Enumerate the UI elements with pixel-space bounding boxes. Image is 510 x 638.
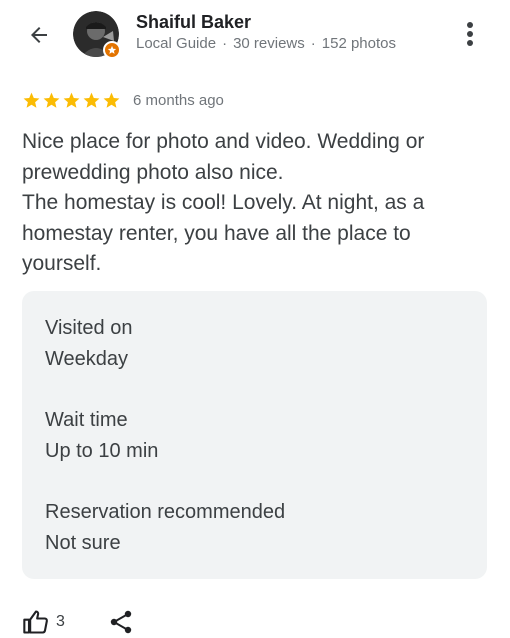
share-button[interactable] — [109, 609, 133, 635]
attribute-wait-time: Wait time Up to 10 min — [45, 405, 464, 466]
attribute-label: Reservation recommended — [45, 501, 286, 523]
meta-separator: · — [222, 35, 228, 52]
star-rating — [22, 91, 121, 110]
meta-separator: · — [310, 35, 316, 52]
reviewer-level: Local Guide — [136, 35, 217, 52]
star-icon — [63, 92, 80, 108]
more-vert-icon — [467, 22, 473, 46]
attribute-value: Up to 10 min — [45, 439, 159, 462]
arrow-back-icon — [31, 27, 47, 43]
reviewer-header: Shaiful Baker Local Guide · 30 reviews · 152… — [0, 0, 510, 70]
attribute-value: Weekday — [45, 347, 129, 370]
star-icon — [83, 92, 100, 108]
attribute-value: Not sure — [45, 531, 121, 554]
like-count: 3 — [56, 613, 65, 630]
attribute-label: Wait time — [45, 409, 128, 431]
reviewer-name[interactable]: Shaiful Baker — [136, 12, 251, 33]
more-options-button[interactable] — [456, 18, 484, 50]
attribute-label: Visited on — [45, 317, 133, 339]
star-icon — [103, 92, 120, 108]
thumb-up-icon — [23, 610, 48, 634]
review-time: 6 months ago — [133, 91, 224, 109]
back-button[interactable] — [22, 18, 56, 52]
star-icon — [23, 92, 40, 108]
reviewer-avatar-link[interactable] — [73, 11, 121, 59]
visit-attributes-card: Visited on Weekday Wait time Up to 10 mi… — [22, 291, 487, 579]
share-icon — [110, 610, 132, 634]
review-actions: 3 — [22, 606, 133, 638]
reviewer-photo-count: 152 photos — [321, 35, 396, 52]
local-guide-star-icon — [107, 45, 117, 54]
reviewer-meta: Local Guide · 30 reviews · 152 photos — [136, 35, 396, 52]
like-button[interactable]: 3 — [22, 608, 65, 636]
local-guide-badge — [103, 41, 121, 59]
review-text: Nice place for photo and video. Wedding … — [22, 130, 425, 275]
attribute-reservation: Reservation recommended Not sure — [45, 497, 464, 558]
attribute-visited-on: Visited on Weekday — [45, 313, 464, 374]
star-icon — [43, 92, 60, 108]
rating-row: 6 months ago — [22, 89, 224, 111]
reviewer-review-count: 30 reviews — [233, 35, 305, 52]
